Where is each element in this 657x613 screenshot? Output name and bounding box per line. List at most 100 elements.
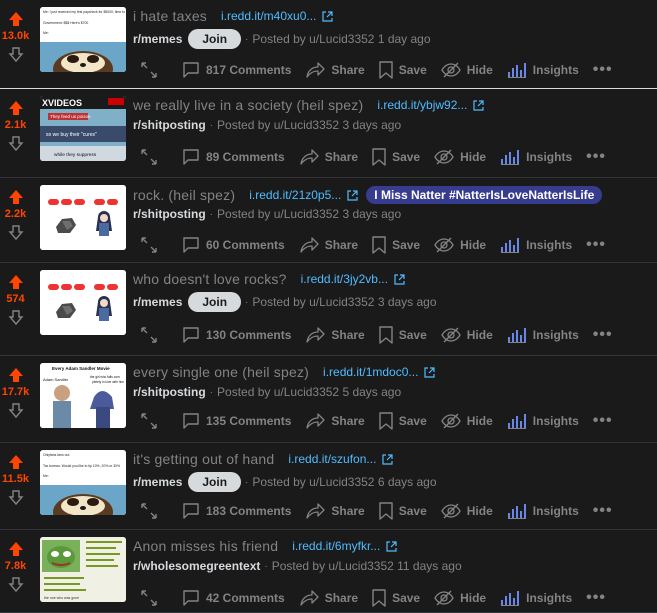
join-button[interactable]: Join <box>188 29 242 49</box>
post-card[interactable]: 2.1k XVIDEOS They feed us poison so we b… <box>0 89 657 178</box>
expand-icon[interactable] <box>140 148 164 166</box>
post-domain-link[interactable]: i.redd.it/szufon... <box>288 452 376 466</box>
subreddit-link[interactable]: r/memes <box>133 295 182 309</box>
save-button[interactable]: Save <box>379 326 427 344</box>
post-card[interactable]: 11.5k Onlyfans fans out Tax bureau: Woul… <box>0 443 657 530</box>
post-thumbnail[interactable]: Me: I just received my first paycheck fo… <box>40 7 126 72</box>
subreddit-link[interactable]: r/shitposting <box>133 207 206 221</box>
share-button[interactable]: Share <box>299 236 358 254</box>
expand-icon[interactable] <box>140 502 164 520</box>
external-link-icon[interactable] <box>386 540 397 552</box>
external-link-icon[interactable] <box>424 366 436 378</box>
save-button[interactable]: Save <box>379 61 427 79</box>
post-card[interactable]: 2.2k rock. (heil spez) i.redd.it/21z0p5.… <box>0 178 657 263</box>
upvote-arrow-icon[interactable] <box>8 11 24 27</box>
subreddit-link[interactable]: r/shitposting <box>133 118 206 132</box>
post-card[interactable]: 574 who doesn't love rocks? i.redd.it/3j… <box>0 263 657 356</box>
more-options-button[interactable]: ••• <box>593 326 613 344</box>
insights-button[interactable]: Insights <box>500 149 572 165</box>
share-button[interactable]: Share <box>305 502 365 520</box>
post-domain-link[interactable]: i.redd.it/m40xu0... <box>221 9 316 23</box>
comments-button[interactable]: 817 Comments <box>182 61 291 79</box>
post-thumbnail[interactable]: the one who was gone <box>40 537 126 602</box>
comments-button[interactable]: 89 Comments <box>182 148 285 166</box>
share-button[interactable]: Share <box>305 61 365 79</box>
subreddit-link[interactable]: r/memes <box>133 32 182 46</box>
insights-button[interactable]: Insights <box>507 503 579 519</box>
expand-icon[interactable] <box>140 412 164 430</box>
post-domain-link[interactable]: i.redd.it/1mdoc0... <box>323 365 418 379</box>
external-link-icon[interactable] <box>322 10 333 22</box>
downvote-arrow-icon[interactable] <box>7 490 24 506</box>
upvote-arrow-icon[interactable] <box>8 541 24 557</box>
insights-button[interactable]: Insights <box>507 62 579 78</box>
more-options-button[interactable]: ••• <box>593 412 613 430</box>
post-title[interactable]: every single one (heil spez) <box>133 364 309 380</box>
expand-icon[interactable] <box>140 589 164 607</box>
share-button[interactable]: Share <box>299 589 358 607</box>
comments-button[interactable]: 60 Comments <box>182 236 285 254</box>
external-link-icon[interactable] <box>347 189 358 201</box>
more-options-button[interactable]: ••• <box>586 148 606 166</box>
save-button[interactable]: Save <box>379 412 427 430</box>
post-thumbnail[interactable] <box>40 270 126 335</box>
upvote-arrow-icon[interactable] <box>8 454 24 470</box>
post-title[interactable]: rock. (heil spez) <box>133 187 235 203</box>
expand-icon[interactable] <box>140 61 164 79</box>
share-button[interactable]: Share <box>305 412 365 430</box>
save-button[interactable]: Save <box>372 589 420 607</box>
post-domain-link[interactable]: i.redd.it/3jy2vb... <box>301 272 388 286</box>
post-title[interactable]: we really live in a society (heil spez) <box>133 97 363 113</box>
more-options-button[interactable]: ••• <box>586 589 606 607</box>
downvote-arrow-icon[interactable] <box>7 310 24 326</box>
external-link-icon[interactable] <box>394 273 405 285</box>
post-thumbnail[interactable]: XVIDEOS They feed us poison so we buy th… <box>40 96 126 161</box>
hide-button[interactable]: Hide <box>434 237 486 253</box>
save-button[interactable]: Save <box>372 236 420 254</box>
comments-button[interactable]: 183 Comments <box>182 502 291 520</box>
post-title[interactable]: Anon misses his friend <box>133 538 278 554</box>
insights-button[interactable]: Insights <box>507 413 579 429</box>
downvote-arrow-icon[interactable] <box>7 136 24 152</box>
join-button[interactable]: Join <box>188 472 242 492</box>
hide-button[interactable]: Hide <box>441 413 493 429</box>
upvote-arrow-icon[interactable] <box>8 367 24 383</box>
share-button[interactable]: Share <box>305 326 365 344</box>
external-link-icon[interactable] <box>473 99 484 111</box>
hide-button[interactable]: Hide <box>434 590 486 606</box>
comments-button[interactable]: 42 Comments <box>182 589 285 607</box>
save-button[interactable]: Save <box>379 502 427 520</box>
hide-button[interactable]: Hide <box>441 327 493 343</box>
post-thumbnail[interactable] <box>40 185 126 250</box>
post-domain-link[interactable]: i.redd.it/6myfkr... <box>292 539 380 553</box>
insights-button[interactable]: Insights <box>500 590 572 606</box>
subreddit-link[interactable]: r/wholesomegreentext <box>133 559 260 573</box>
downvote-arrow-icon[interactable] <box>7 577 24 593</box>
downvote-arrow-icon[interactable] <box>7 225 24 241</box>
subreddit-link[interactable]: r/shitposting <box>133 385 206 399</box>
post-thumbnail[interactable]: Onlyfans fans out Tax bureau: Would you … <box>40 450 126 515</box>
more-options-button[interactable]: ••• <box>593 502 613 520</box>
join-button[interactable]: Join <box>188 292 242 312</box>
post-flair[interactable]: I Miss Natter #NatterIsLoveNatterIsLife <box>366 186 603 204</box>
post-title[interactable]: it's getting out of hand <box>133 451 274 467</box>
post-card[interactable]: 7.8k the one who was gone Anon misses hi… <box>0 530 657 613</box>
post-domain-link[interactable]: i.redd.it/21z0p5... <box>249 188 341 202</box>
post-card[interactable]: 13.0k Me: I just received my first paych… <box>0 0 657 89</box>
post-thumbnail[interactable]: Every Adam Sandler Movie Adam Sandler th… <box>40 363 126 428</box>
insights-button[interactable]: Insights <box>507 327 579 343</box>
more-options-button[interactable]: ••• <box>593 61 613 79</box>
post-title[interactable]: i hate taxes <box>133 8 207 24</box>
more-options-button[interactable]: ••• <box>586 236 606 254</box>
expand-icon[interactable] <box>140 236 164 254</box>
hide-button[interactable]: Hide <box>434 149 486 165</box>
hide-button[interactable]: Hide <box>441 503 493 519</box>
save-button[interactable]: Save <box>372 148 420 166</box>
subreddit-link[interactable]: r/memes <box>133 475 182 489</box>
upvote-arrow-icon[interactable] <box>8 100 24 116</box>
insights-button[interactable]: Insights <box>500 237 572 253</box>
upvote-arrow-icon[interactable] <box>8 189 24 205</box>
hide-button[interactable]: Hide <box>441 62 493 78</box>
post-title[interactable]: who doesn't love rocks? <box>133 271 287 287</box>
post-card[interactable]: 17.7k Every Adam Sandler Movie Adam Sand… <box>0 356 657 443</box>
